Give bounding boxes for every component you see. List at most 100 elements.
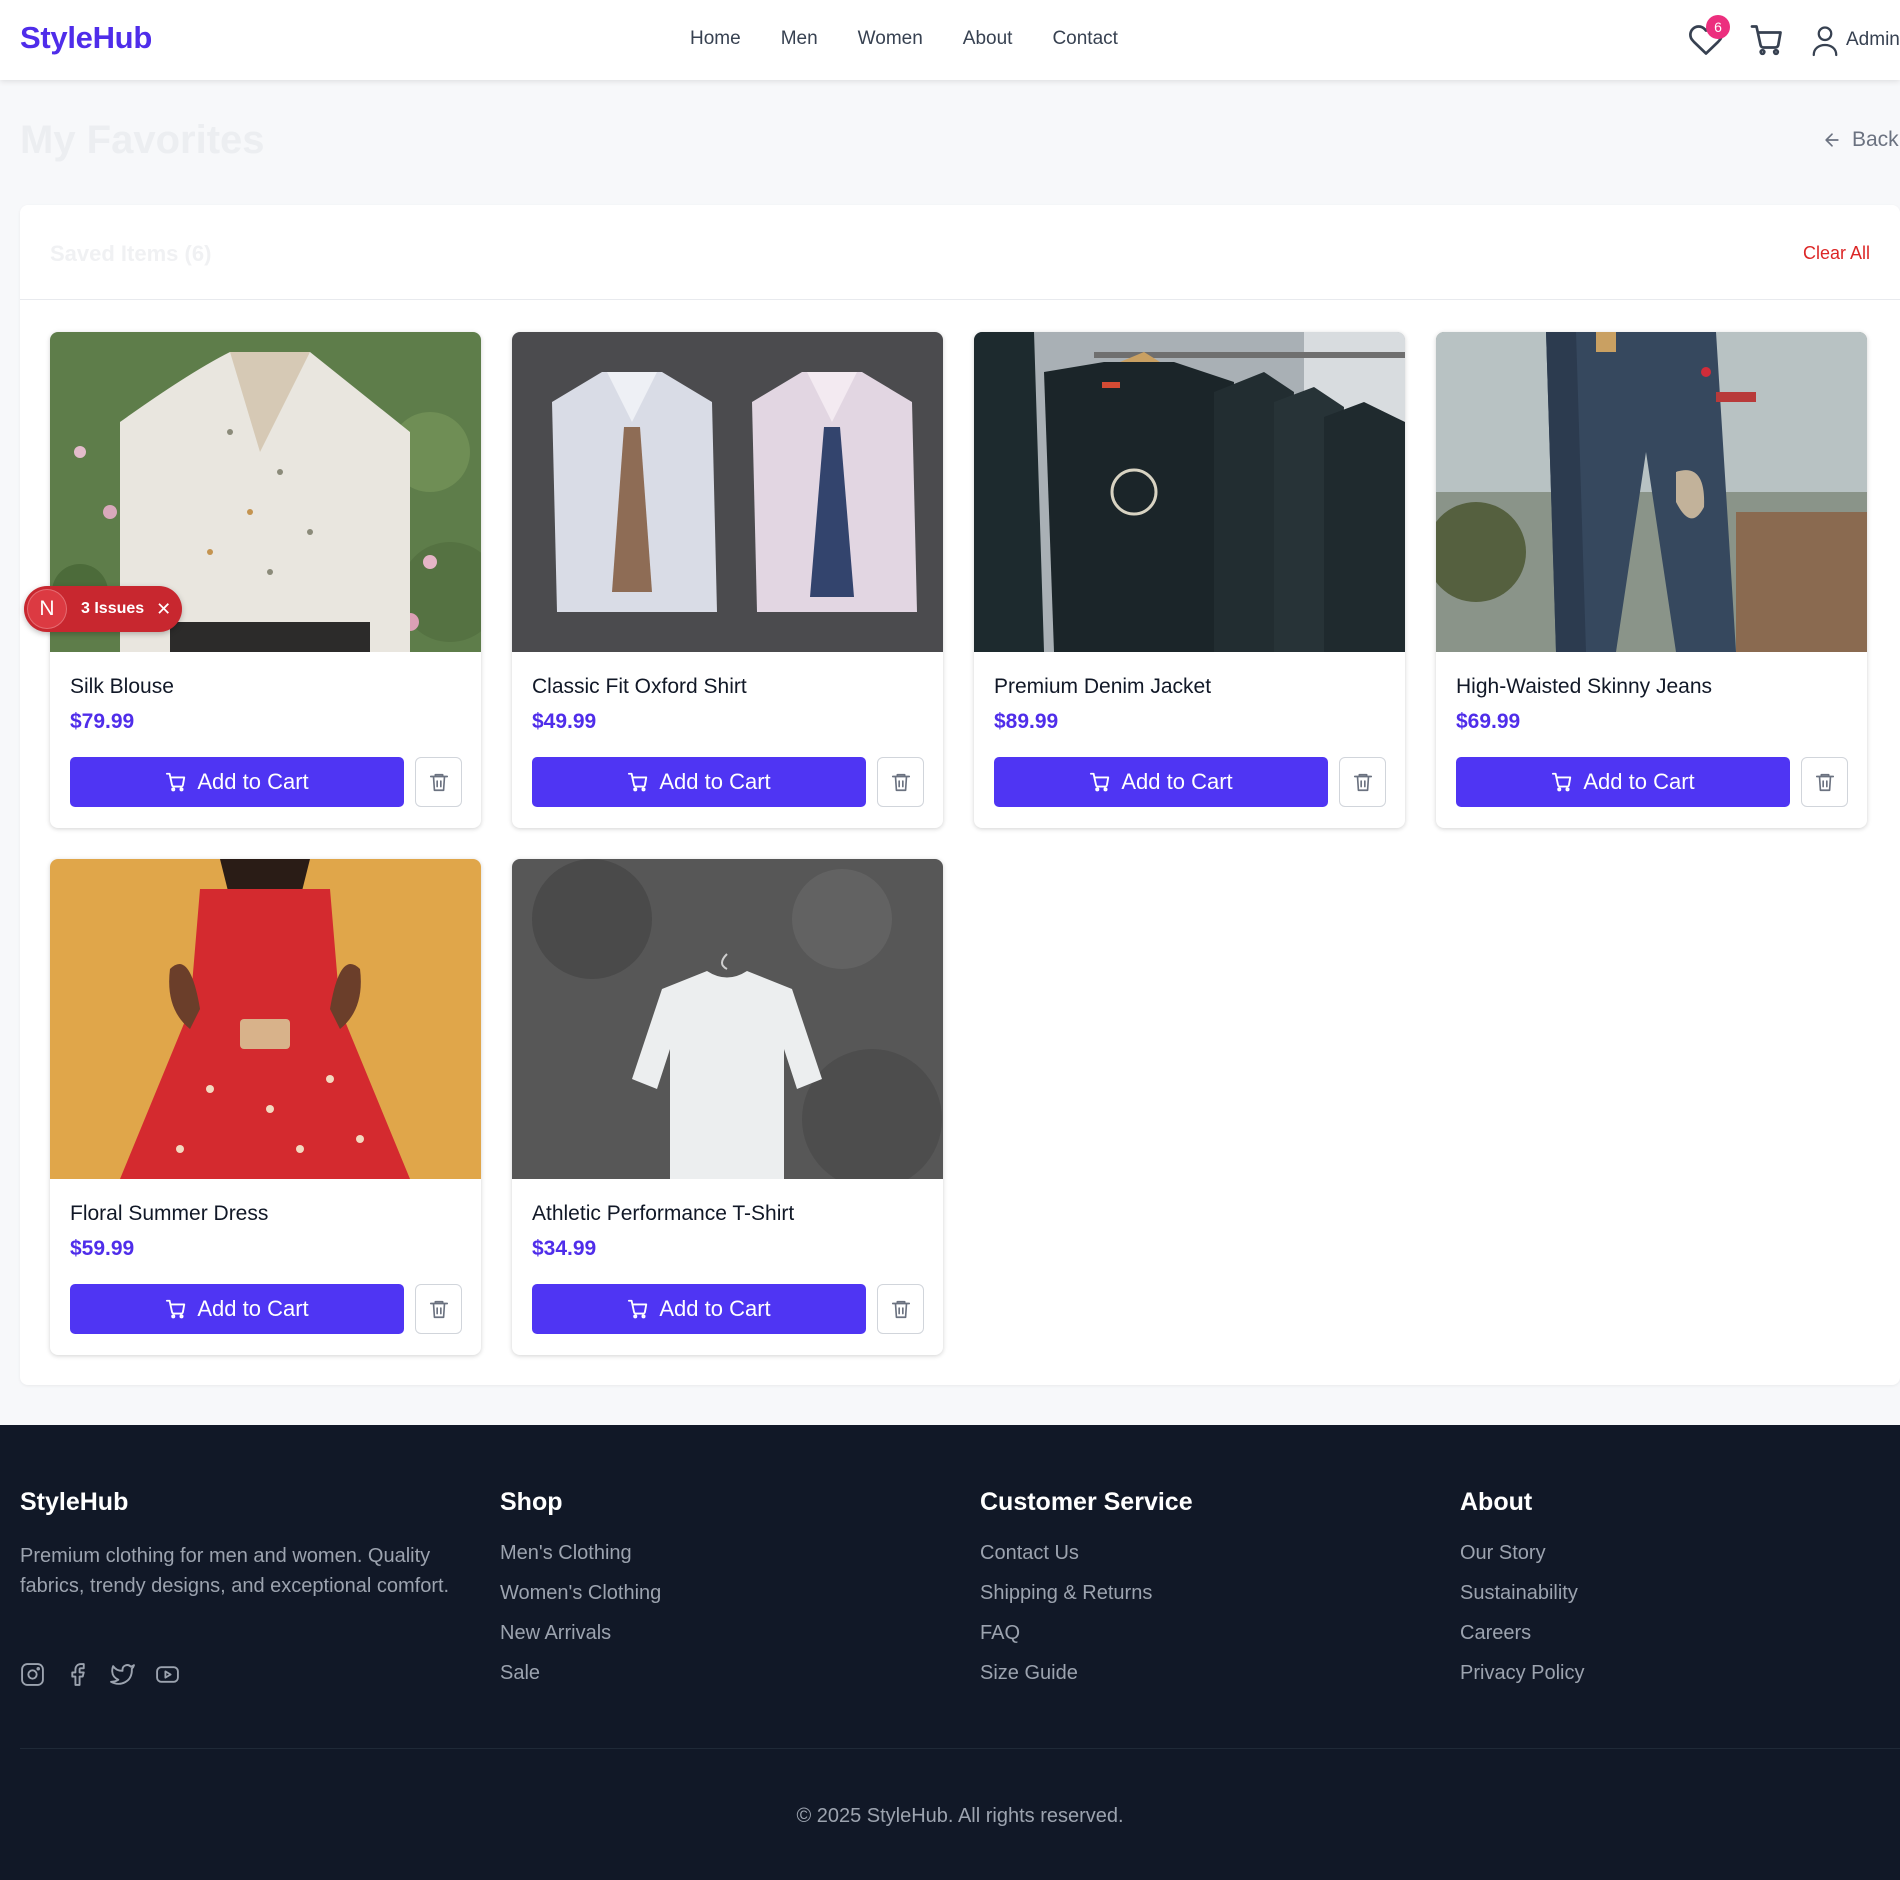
product-name[interactable]: Silk Blouse <box>70 675 174 699</box>
remove-button[interactable] <box>415 1284 462 1334</box>
product-price: $59.99 <box>70 1237 135 1260</box>
user-label[interactable]: Admin <box>1846 29 1900 51</box>
add-to-cart-button[interactable]: Add to Cart <box>70 757 404 807</box>
footer-column-shop: Shop Men's Clothing Women's Clothing New… <box>500 1488 661 1701</box>
page-title: My Favorites <box>20 118 265 162</box>
footer-column-title: About <box>1460 1488 1533 1516</box>
product-image[interactable] <box>974 332 1405 652</box>
trash-icon <box>429 1300 448 1319</box>
footer-brand-column: StyleHub Premium clothing for men and wo… <box>20 1488 460 1601</box>
wishlist-count-badge: 6 <box>1706 15 1730 39</box>
product-name[interactable]: Floral Summer Dress <box>70 1202 268 1226</box>
trash-icon <box>429 773 448 792</box>
add-to-cart-label: Add to Cart <box>197 1296 309 1321</box>
product-card: Silk Blouse $79.99 Add to Cart <box>50 332 481 828</box>
add-to-cart-button[interactable]: Add to Cart <box>70 1284 404 1334</box>
footer-link[interactable]: Sale <box>500 1661 661 1686</box>
nav-contact[interactable]: Contact <box>1052 28 1117 50</box>
cart-icon <box>166 1299 186 1319</box>
user-icon <box>1812 26 1838 57</box>
product-image[interactable] <box>50 859 481 1179</box>
cart-icon <box>628 772 648 792</box>
youtube-icon[interactable] <box>155 1662 180 1687</box>
product-card: Floral Summer Dress $59.99 Add to Cart <box>50 859 481 1355</box>
arrow-left-icon <box>1825 133 1839 147</box>
footer-link[interactable]: FAQ <box>980 1621 1193 1646</box>
product-price: $49.99 <box>532 710 597 733</box>
product-price: $89.99 <box>994 710 1059 733</box>
social-links <box>20 1662 180 1687</box>
footer-column-title: Shop <box>500 1488 563 1516</box>
twitter-icon[interactable] <box>110 1662 135 1687</box>
product-name[interactable]: Classic Fit Oxford Shirt <box>532 675 747 699</box>
add-to-cart-button[interactable]: Add to Cart <box>532 757 866 807</box>
footer-link[interactable]: Careers <box>1460 1621 1584 1646</box>
remove-button[interactable] <box>1801 757 1848 807</box>
product-image[interactable] <box>1436 332 1867 652</box>
product-price: $34.99 <box>532 1237 597 1260</box>
product-name[interactable]: Premium Denim Jacket <box>994 675 1211 699</box>
footer-description: Premium clothing for men and women. Qual… <box>20 1545 450 1597</box>
footer-link[interactable]: Shipping & Returns <box>980 1581 1193 1606</box>
add-to-cart-button[interactable]: Add to Cart <box>1456 757 1790 807</box>
product-card: High-Waisted Skinny Jeans $69.99 Add to … <box>1436 332 1867 828</box>
trash-icon <box>891 1300 910 1319</box>
footer-link[interactable]: Sustainability <box>1460 1581 1584 1606</box>
facebook-icon[interactable] <box>65 1662 90 1687</box>
product-card: Premium Denim Jacket $89.99 Add to Cart <box>974 332 1405 828</box>
remove-button[interactable] <box>415 757 462 807</box>
footer-link[interactable]: Size Guide <box>980 1661 1193 1686</box>
issues-badge[interactable]: N 3 Issues ✕ <box>24 586 182 632</box>
product-name[interactable]: Athletic Performance T-Shirt <box>532 1202 794 1226</box>
product-name[interactable]: High-Waisted Skinny Jeans <box>1456 675 1712 699</box>
back-label: Back <box>1852 128 1899 151</box>
footer-brand: StyleHub <box>20 1488 129 1516</box>
remove-button[interactable] <box>877 757 924 807</box>
cart-icon <box>1090 772 1110 792</box>
favorites-panel-header: Saved Items (6) Clear All <box>20 205 1900 300</box>
nav-men[interactable]: Men <box>781 28 818 50</box>
footer-link[interactable]: New Arrivals <box>500 1621 661 1646</box>
footer-link[interactable]: Privacy Policy <box>1460 1661 1584 1686</box>
user-button[interactable] <box>1810 22 1840 58</box>
cart-icon <box>166 772 186 792</box>
remove-button[interactable] <box>1339 757 1386 807</box>
remove-button[interactable] <box>877 1284 924 1334</box>
trash-icon <box>1815 773 1834 792</box>
copyright-text: © 2025 StyleHub. All rights reserved. <box>796 1805 1124 1827</box>
product-image[interactable] <box>512 332 943 652</box>
favorites-panel: Saved Items (6) Clear All Silk Blouse $7… <box>20 205 1900 1385</box>
nav-home[interactable]: Home <box>690 28 741 50</box>
product-card: Athletic Performance T-Shirt $34.99 Add … <box>512 859 943 1355</box>
footer-link[interactable]: Women's Clothing <box>500 1581 661 1606</box>
issues-letter: N <box>27 589 67 629</box>
footer-column-title: Customer Service <box>980 1488 1193 1516</box>
cart-icon <box>1552 772 1572 792</box>
product-card: Classic Fit Oxford Shirt $49.99 Add to C… <box>512 332 943 828</box>
back-button[interactable]: Back <box>1822 128 1899 152</box>
product-image[interactable] <box>512 859 943 1179</box>
product-price: $69.99 <box>1456 710 1521 733</box>
footer-column-customer-service: Customer Service Contact Us Shipping & R… <box>980 1488 1193 1701</box>
add-to-cart-button[interactable]: Add to Cart <box>994 757 1328 807</box>
cart-button[interactable] <box>1749 22 1785 58</box>
trash-icon <box>891 773 910 792</box>
add-to-cart-button[interactable]: Add to Cart <box>532 1284 866 1334</box>
footer-divider <box>20 1748 1900 1749</box>
cart-icon <box>628 1299 648 1319</box>
close-icon[interactable]: ✕ <box>156 599 171 620</box>
nav-about[interactable]: About <box>963 28 1013 50</box>
add-to-cart-label: Add to Cart <box>1121 769 1233 794</box>
trash-icon <box>1353 773 1372 792</box>
footer-link[interactable]: Contact Us <box>980 1541 1193 1566</box>
footer-link[interactable]: Our Story <box>1460 1541 1584 1566</box>
add-to-cart-label: Add to Cart <box>197 769 309 794</box>
cart-icon <box>1750 25 1782 56</box>
nav-women[interactable]: Women <box>858 28 923 50</box>
site-logo[interactable]: StyleHub <box>20 20 152 56</box>
add-to-cart-label: Add to Cart <box>1583 769 1695 794</box>
instagram-icon[interactable] <box>20 1662 45 1687</box>
issues-label: 3 Issues <box>81 600 145 617</box>
footer-link[interactable]: Men's Clothing <box>500 1541 661 1566</box>
clear-all-button[interactable]: Clear All <box>1803 243 1870 264</box>
